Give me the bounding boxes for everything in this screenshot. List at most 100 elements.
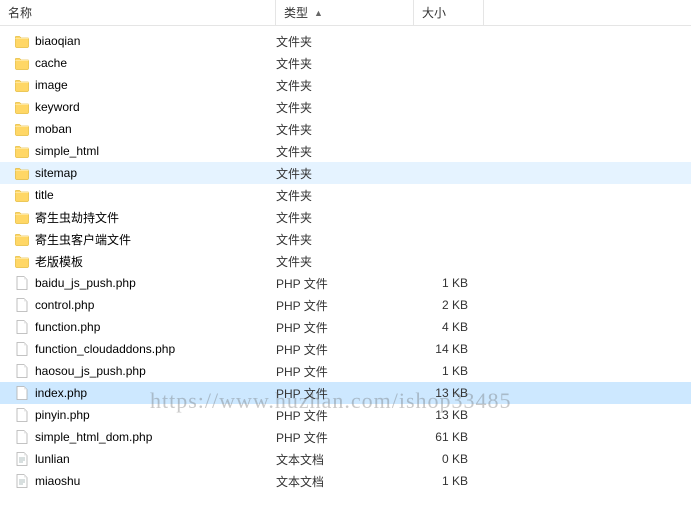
text-icon xyxy=(14,473,30,489)
file-type-cell: 文件夹 xyxy=(276,187,414,204)
file-name-label: simple_html xyxy=(35,144,99,158)
file-row[interactable]: biaoqian 文件夹 xyxy=(0,30,691,52)
php-icon xyxy=(14,319,30,335)
file-row[interactable]: index.phpPHP 文件13 KB xyxy=(0,382,691,404)
file-row[interactable]: miaoshu 文本文档1 KB xyxy=(0,470,691,492)
file-row[interactable]: pinyin.phpPHP 文件13 KB xyxy=(0,404,691,426)
folder-icon xyxy=(14,143,30,159)
file-type-cell: 文件夹 xyxy=(276,121,414,138)
file-type-cell: 文本文档 xyxy=(276,473,414,490)
column-header-type[interactable]: 类型 ▲ xyxy=(276,0,414,25)
file-row[interactable]: cache文件夹 xyxy=(0,52,691,74)
file-name-label: biaoqian xyxy=(35,34,80,48)
file-type-cell: PHP 文件 xyxy=(276,407,414,424)
file-row[interactable]: lunlian文本文档0 KB xyxy=(0,448,691,470)
file-name-cell: baidu_js_push.php xyxy=(14,275,276,291)
file-size-cell: 4 KB xyxy=(414,320,474,334)
folder-icon xyxy=(14,33,30,49)
folder-icon xyxy=(14,99,30,115)
file-name-cell: moban xyxy=(14,121,276,137)
file-type-cell: 文件夹 xyxy=(276,165,414,182)
file-type-cell: 文件夹 xyxy=(276,33,414,50)
file-name-cell: simple_html xyxy=(14,143,276,159)
file-name-label: lunlian xyxy=(35,452,70,466)
file-name-label: image xyxy=(35,78,68,92)
file-row[interactable]: function.php PHP 文件4 KB xyxy=(0,316,691,338)
file-name-label: keyword xyxy=(35,100,80,114)
file-name-cell: pinyin.php xyxy=(14,407,276,423)
file-list: biaoqian文件夹cache文件夹image文件夹keyword文件夹mob… xyxy=(0,26,691,492)
php-icon xyxy=(14,275,30,291)
file-type-cell: 文件夹 xyxy=(276,231,414,248)
column-header-size[interactable]: 大小 xyxy=(414,0,484,25)
file-name-cell: cache xyxy=(14,55,276,71)
file-type-cell: 文件夹 xyxy=(276,253,414,270)
file-type-cell: 文件夹 xyxy=(276,99,414,116)
file-row[interactable]: baidu_js_push.phpPHP 文件1 KB xyxy=(0,272,691,294)
file-type-cell: PHP 文件 xyxy=(276,275,414,292)
file-row[interactable]: simple_html_dom.phpPHP 文件61 KB xyxy=(0,426,691,448)
text-icon xyxy=(14,451,30,467)
file-name-label: index.php xyxy=(35,386,87,400)
file-name-label: miaoshu xyxy=(35,474,80,488)
folder-icon xyxy=(14,77,30,93)
file-row[interactable]: sitemap 文件夹 xyxy=(0,162,691,184)
folder-icon xyxy=(14,253,30,269)
file-row[interactable]: title 文件夹 xyxy=(0,184,691,206)
file-type-cell: 文件夹 xyxy=(276,77,414,94)
file-row[interactable]: image 文件夹 xyxy=(0,74,691,96)
file-name-cell: biaoqian xyxy=(14,33,276,49)
file-type-cell: 文件夹 xyxy=(276,55,414,72)
file-type-cell: PHP 文件 xyxy=(276,429,414,446)
file-row[interactable]: simple_html 文件夹 xyxy=(0,140,691,162)
file-name-cell: 老版模板 xyxy=(14,253,276,270)
folder-icon xyxy=(14,121,30,137)
file-type-cell: 文件夹 xyxy=(276,143,414,160)
file-name-cell: sitemap xyxy=(14,165,276,181)
file-name-label: 寄生虫客户端文件 xyxy=(35,231,131,248)
file-row[interactable]: keyword 文件夹 xyxy=(0,96,691,118)
folder-icon xyxy=(14,187,30,203)
folder-icon xyxy=(14,55,30,71)
file-row[interactable]: moban 文件夹 xyxy=(0,118,691,140)
file-name-cell: function_cloudaddons.php xyxy=(14,341,276,357)
php-icon xyxy=(14,385,30,401)
file-type-cell: PHP 文件 xyxy=(276,297,414,314)
file-name-cell: haosou_js_push.php xyxy=(14,363,276,379)
file-name-cell: keyword xyxy=(14,99,276,115)
file-row[interactable]: 寄生虫劫持文件文件夹 xyxy=(0,206,691,228)
file-row[interactable]: 老版模板 文件夹 xyxy=(0,250,691,272)
file-name-label: sitemap xyxy=(35,166,77,180)
folder-icon xyxy=(14,165,30,181)
file-name-label: title xyxy=(35,188,54,202)
file-size-cell: 2 KB xyxy=(414,298,474,312)
column-header-name-label: 名称 xyxy=(8,4,32,21)
file-row[interactable]: haosou_js_push.phpPHP 文件1 KB xyxy=(0,360,691,382)
file-row[interactable]: control.php PHP 文件2 KB xyxy=(0,294,691,316)
php-icon xyxy=(14,363,30,379)
column-header-size-label: 大小 xyxy=(422,4,446,21)
folder-icon xyxy=(14,209,30,225)
file-type-cell: 文本文档 xyxy=(276,451,414,468)
column-header-name[interactable]: 名称 xyxy=(0,0,276,25)
php-icon xyxy=(14,407,30,423)
file-name-label: control.php xyxy=(35,298,94,312)
file-name-cell: 寄生虫客户端文件 xyxy=(14,231,276,248)
file-name-label: function.php xyxy=(35,320,100,334)
file-size-cell: 1 KB xyxy=(414,474,474,488)
file-name-label: 老版模板 xyxy=(35,253,83,270)
file-name-label: moban xyxy=(35,122,72,136)
file-type-cell: PHP 文件 xyxy=(276,341,414,358)
file-row[interactable]: function_cloudaddons.phpPHP 文件14 KB xyxy=(0,338,691,360)
file-type-cell: PHP 文件 xyxy=(276,319,414,336)
file-name-cell: miaoshu xyxy=(14,473,276,489)
file-row[interactable]: 寄生虫客户端文件 文件夹 xyxy=(0,228,691,250)
file-name-cell: index.php xyxy=(14,385,276,401)
file-size-cell: 1 KB xyxy=(414,276,474,290)
file-type-cell: PHP 文件 xyxy=(276,363,414,380)
php-icon xyxy=(14,297,30,313)
file-size-cell: 61 KB xyxy=(414,430,474,444)
file-name-cell: title xyxy=(14,187,276,203)
file-size-cell: 1 KB xyxy=(414,364,474,378)
file-size-cell: 13 KB xyxy=(414,386,474,400)
